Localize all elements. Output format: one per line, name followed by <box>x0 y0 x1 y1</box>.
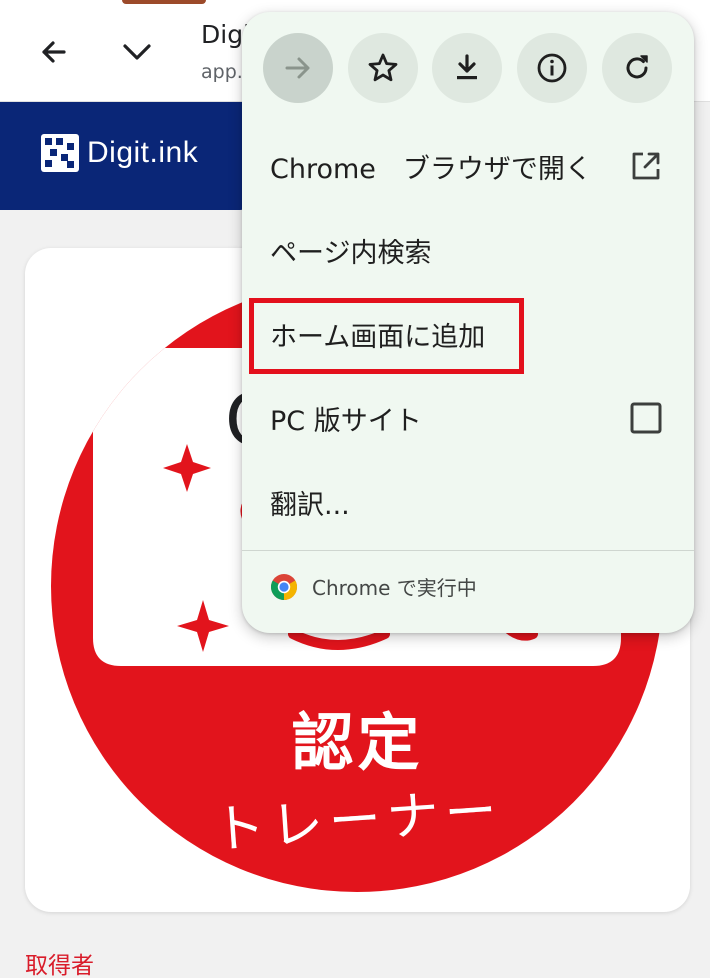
forward-icon <box>285 57 310 79</box>
chevron-down-icon <box>123 44 151 60</box>
page-url: app. <box>201 61 243 83</box>
back-button[interactable] <box>34 32 74 72</box>
menu-item-desktop-site[interactable]: PC 版サイト <box>242 383 694 453</box>
screen: Digit app. Digit.ink 認定 トレーナー 取得者 Chrome… <box>0 0 710 978</box>
arrow-back-icon <box>42 41 66 63</box>
site-logo-text: Digit.ink <box>87 136 199 169</box>
collapse-button[interactable] <box>117 32 157 72</box>
menu-item-open-in-chrome[interactable]: Chrome ブラウザで開く <box>242 131 694 201</box>
menu-item-translate[interactable]: 翻訳... <box>242 467 694 537</box>
menu-footer-text: Chrome で実行中 <box>312 576 477 600</box>
reload-icon <box>626 55 648 79</box>
browser-overflow-menu: Chrome ブラウザで開く ページ内検索 ホーム画面に追加 PC 版サイト 翻… <box>242 12 694 633</box>
page-info-button[interactable] <box>517 33 587 103</box>
holder-label: 取得者 <box>25 953 94 978</box>
menu-footer: Chrome で実行中 <box>270 572 477 601</box>
menu-item-label: 翻訳... <box>270 489 350 521</box>
bookmark-star-icon <box>368 53 398 82</box>
info-icon <box>537 53 567 83</box>
forward-button[interactable] <box>263 33 333 103</box>
open-external-icon <box>628 148 664 184</box>
menu-divider <box>242 550 694 551</box>
download-icon <box>457 54 477 80</box>
chrome-logo-icon <box>270 573 298 600</box>
checkbox-icon[interactable] <box>628 400 664 436</box>
site-logo[interactable]: Digit.ink <box>41 134 198 172</box>
menu-item-label: PC 版サイト <box>270 405 422 437</box>
digit-logo-icon <box>41 134 79 172</box>
highlight-annotation-box <box>249 298 524 374</box>
tab-accent <box>122 0 206 4</box>
menu-item-label: ページ内検索 <box>270 237 432 269</box>
menu-item-find-in-page[interactable]: ページ内検索 <box>242 215 694 285</box>
reload-button[interactable] <box>602 33 672 103</box>
menu-item-label: Chrome ブラウザで開く <box>270 153 592 185</box>
download-button[interactable] <box>432 33 502 103</box>
bookmark-button[interactable] <box>348 33 418 103</box>
